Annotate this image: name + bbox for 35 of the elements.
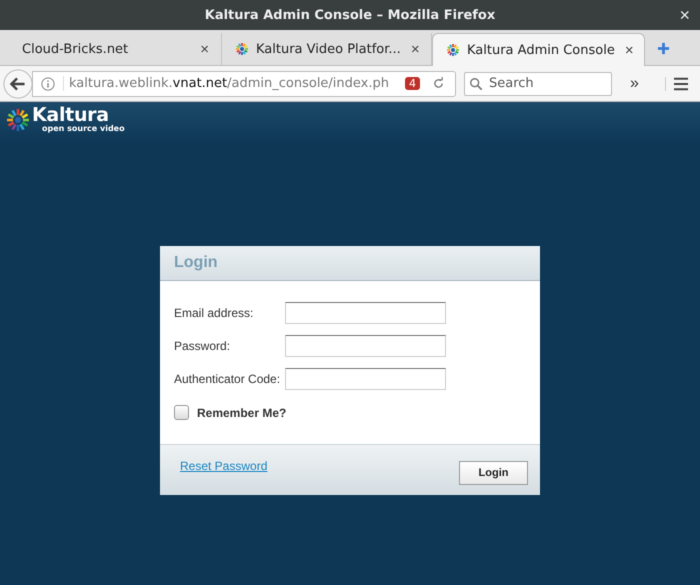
field-label: Authenticator Code: [174,372,282,386]
new-tab-icon[interactable] [657,42,670,55]
input-field[interactable] [285,368,446,390]
address-bar[interactable]: kaltura.weblink.vnat.net/admin_console/index.ph 4 [32,70,456,96]
login-button[interactable]: Login [459,461,528,485]
close-button[interactable]: × [679,5,690,25]
close-tab-button[interactable]: × [406,40,424,58]
info-icon [41,76,55,90]
field-label: Password: [174,339,232,353]
sunburst-icon [234,41,250,57]
reload-icon[interactable] [432,77,445,90]
logo-text: Kaltura [32,106,109,124]
input-field[interactable] [285,335,446,357]
sunburst-icon [6,108,30,132]
close-tab-button[interactable]: × [620,42,638,58]
back-button[interactable] [3,68,33,98]
panel-title: Login [174,254,218,272]
checkbox[interactable] [174,405,189,420]
browser-tab[interactable]: Cloud-Bricks.net × [0,33,222,65]
tab-label: Kaltura Video Platfor... [256,42,401,56]
logo-tagline: open source video [42,124,125,133]
url-text: kaltura.weblink.vnat.net/admin_console/index.ph [63,76,397,91]
input-field[interactable] [285,302,446,324]
field-label: Email address: [174,306,254,320]
search-field[interactable]: Search [464,72,612,96]
sunburst-icon [445,42,461,58]
tab-label: Cloud-Bricks.net [22,42,130,56]
close-tab-button[interactable]: × [196,40,213,58]
window-title: Kaltura Admin Console – Mozilla Firefox [204,8,496,22]
menu-icon[interactable] [664,76,689,90]
checkbox-label: Remember Me? [197,406,286,420]
browser-tab[interactable]: Kaltura Admin Console × [432,33,645,66]
tab-label: Kaltura Admin Console [467,42,615,58]
overflow-button[interactable]: » [624,74,645,94]
notification-badge[interactable]: 4 [405,77,420,90]
